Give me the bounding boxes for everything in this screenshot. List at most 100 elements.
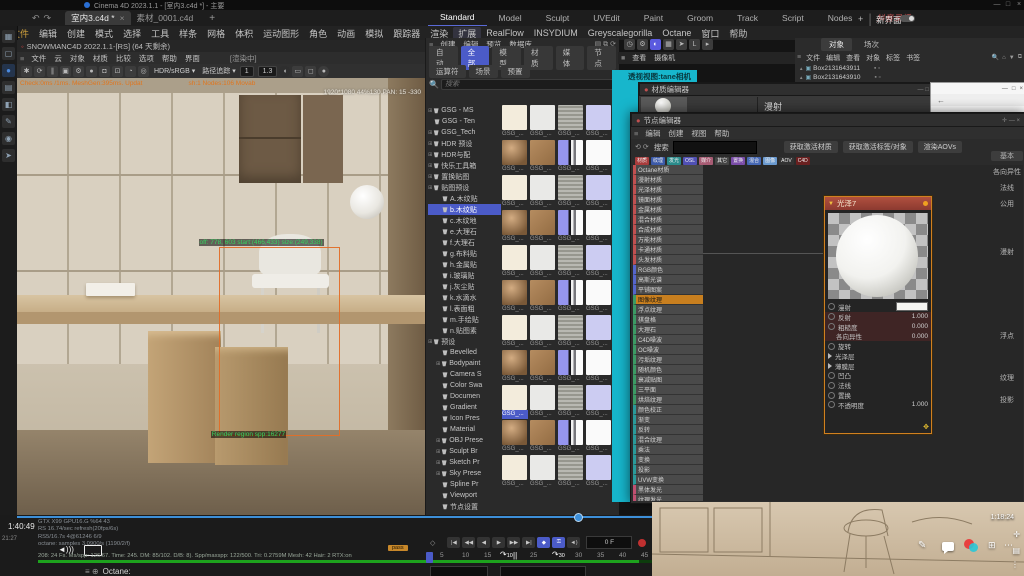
om-menu-1[interactable]: 编辑 [823,53,843,63]
attr-section-纹理[interactable]: 纹理 [991,373,1023,383]
preset-cell-10-0[interactable]: GSG_... [502,455,528,489]
material-editor-titlebar[interactable]: ● 材质编辑器 — □ × [639,83,939,96]
left-tool-icon-3[interactable]: ▤ [2,81,15,94]
preset-thumbnail[interactable] [502,280,527,305]
menu-item-16[interactable]: RealFlow [481,28,529,38]
preset-thumbnail[interactable] [558,385,583,410]
node-type-26[interactable]: 反转 [633,425,703,435]
preset-thumbnail[interactable] [558,315,583,340]
tree-item-19[interactable]: m.手绘贴 [428,314,501,325]
preset-cell-2-1[interactable]: GSG_... [530,175,556,209]
vp-menu-1[interactable]: 摄像机 [650,53,679,63]
ne-menu-3[interactable]: 帮助 [710,128,733,139]
expand-toggle[interactable]: ⊞ [436,449,440,455]
tree-item-30[interactable]: ⊞OBJ Prese [428,435,501,446]
expand-toggle[interactable]: ⊞ [428,163,432,169]
left-tool-icon-6[interactable]: ◉ [2,132,15,145]
preset-thumbnail[interactable] [586,385,611,410]
attr-section-浮点[interactable]: 浮点 [991,331,1023,341]
panel-icon[interactable]: ▤ [1012,546,1020,555]
tree-item-26[interactable]: Documen [428,391,501,402]
node-type-31[interactable]: UVW变换 [633,475,703,485]
preset-thumbnail[interactable] [530,175,555,200]
menu-item-12[interactable]: 模拟 [360,27,388,40]
preset-thumbnail[interactable] [558,420,583,445]
range-end-field[interactable] [500,566,586,576]
preset-thumbnail[interactable] [586,140,611,165]
filter-icon[interactable]: ▼ [1009,55,1015,61]
undo-icon[interactable]: ⟲ [635,143,641,151]
current-frame-field[interactable]: 0 F [586,536,632,549]
prev-frame-icon[interactable]: ◀ [477,537,490,548]
node-type-2[interactable]: 光泽材质 [633,185,703,195]
ne-menu-1[interactable]: 创建 [664,128,687,139]
olv-menu-2[interactable]: 对象 [66,53,89,64]
left-tool-icon-0[interactable]: ▦ [2,30,15,43]
redo-icon[interactable]: ⟳ [643,143,649,151]
preset-cell-0-2[interactable]: GSG_... [558,105,584,139]
node-param-光泽层[interactable]: 光泽层 [825,351,931,361]
om-menu-5[interactable]: 书签 [903,53,923,63]
attr-section-漫射[interactable]: 漫射 [991,247,1023,257]
tree-item-1[interactable]: GSG - Ten [428,116,501,127]
preset-cell-8-1[interactable]: GSG_... [530,385,556,419]
node-type-17[interactable]: C4D噪波 [633,335,703,345]
tree-item-6[interactable]: ⊞置换贴图 [428,171,501,182]
olv-menu-4[interactable]: 比较 [112,53,135,64]
tree-item-9[interactable]: b.木纹贴 [428,204,501,215]
filter-chip-发光[interactable]: 发光 [667,157,681,165]
node-type-30[interactable]: 投影 [633,465,703,475]
om-tab-对象[interactable]: 对象 [821,38,852,51]
dots-icon[interactable]: ⋮ [1011,560,1019,569]
render-region-box[interactable] [219,247,340,436]
left-tool-icon-2[interactable]: ● [2,64,15,77]
port-icon[interactable] [828,323,835,330]
bucket-icon[interactable]: ◘ [99,66,110,77]
preset-thumbnail[interactable] [530,245,555,270]
marker-icon[interactable]: ◇ [430,539,435,547]
record-button[interactable] [638,539,646,547]
preset-cell-2-0[interactable]: GSG_... [502,175,528,209]
preset-thumbnail[interactable] [530,350,555,375]
om-menu-2[interactable]: 查看 [843,53,863,63]
menu-item-10[interactable]: 角色 [304,27,332,40]
tree-item-0[interactable]: ⊞GSG - MS [428,105,501,116]
tree-item-15[interactable]: i.玻璃贴 [428,270,501,281]
color-swatch[interactable] [896,302,928,311]
node-type-10[interactable]: RGB颜色 [633,265,703,275]
tree-item-22[interactable]: Bevelled [428,347,501,358]
preset-thumbnail[interactable] [586,105,611,130]
home-icon[interactable]: ⌂ [1002,55,1006,61]
preset-thumbnail[interactable] [558,280,583,305]
tree-item-4[interactable]: ⊞HDR与配 [428,149,501,160]
port-icon[interactable] [828,372,835,379]
object-row[interactable]: ▲▣Box2131643910▪ ▫ [795,73,1024,82]
left-tool-icon-7[interactable]: ➤ [2,149,15,162]
picker-icon[interactable]: ⊡ [112,66,123,77]
layout-tab-2[interactable]: Sculpt [534,10,582,26]
layout-tab-1[interactable]: Model [487,10,534,26]
port-icon[interactable] [828,392,835,399]
preset-thumbnail[interactable] [530,315,555,340]
attr-section-公用[interactable]: 公用 [991,199,1023,209]
cursor-icon[interactable]: ➤ [676,39,687,50]
tree-item-20[interactable]: n.贴图素 [428,325,501,336]
preset-thumbnail[interactable] [558,140,583,165]
filter-chip-其它[interactable]: 其它 [715,157,729,165]
olv-menu-0[interactable]: 文件 [27,53,50,64]
tree-item-32[interactable]: ⊞Sketch Pr [428,457,501,468]
window-icon[interactable]: ⧉ [1018,54,1022,61]
node-type-24[interactable]: 颜色校正 [633,405,703,415]
node-param-粗糙度[interactable]: 粗糙度0.000 [825,322,931,332]
tree-item-28[interactable]: Icon Pres [428,413,501,424]
olv-menu-5[interactable]: 选项 [135,53,158,64]
node-param-置换[interactable]: 置换 [825,390,931,400]
tree-item-7[interactable]: ⊞贴图预设 [428,182,501,193]
clay-icon[interactable]: ◔ [125,66,136,77]
preset-cell-3-2[interactable]: GSG_... [558,210,584,244]
olv-menu-3[interactable]: 材质 [89,53,112,64]
layout-tab-7[interactable]: Script [770,10,816,26]
pause-icon[interactable]: ∥ [47,66,58,77]
preset-thumbnail[interactable] [502,315,527,340]
preset-cell-8-3[interactable]: GSG_... [586,385,612,419]
